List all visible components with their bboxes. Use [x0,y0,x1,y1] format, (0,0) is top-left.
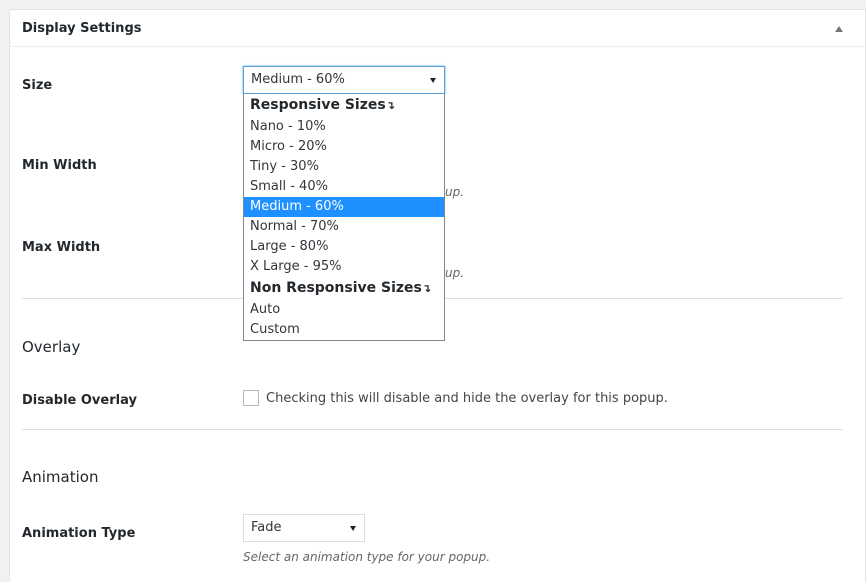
curl-arrow-icon: ↴ [385,99,395,112]
size-option[interactable]: Micro - 20% [244,137,444,157]
animation-type-hint: Select an animation type for your popup. [243,550,491,564]
option-group-label: Non Responsive Sizes [250,280,422,296]
disable-overlay-text[interactable]: Checking this will disable and hide the … [266,391,668,406]
animation-type-value: Fade [251,520,282,535]
overlay-section-title: Overlay [22,338,81,356]
size-select-value: Medium - 60% [251,72,345,87]
size-option[interactable]: Tiny - 30% [244,157,444,177]
divider [22,429,843,430]
option-group-non-responsive: Non Responsive Sizes↴ [244,278,444,298]
size-option[interactable]: Custom [244,320,444,340]
max-width-label: Max Width [22,240,101,255]
min-width-hint: up. [445,185,465,199]
chevron-down-icon [350,526,356,531]
disable-overlay-checkbox[interactable] [243,390,259,406]
max-width-hint: up. [445,266,465,280]
size-dropdown-list[interactable]: Responsive Sizes↴ Nano - 10% Micro - 20%… [243,94,445,341]
min-width-label: Min Width [22,158,97,173]
size-option[interactable]: Nano - 10% [244,117,444,137]
disable-overlay-label: Disable Overlay [22,393,137,408]
size-select[interactable]: Medium - 60% [243,66,445,94]
panel-header[interactable]: Display Settings [10,10,865,47]
option-group-label: Responsive Sizes [250,97,386,113]
chevron-down-icon [430,78,436,83]
display-settings-panel: Display Settings Size Min Width up. Max … [9,9,866,582]
size-option[interactable]: Normal - 70% [244,217,444,237]
animation-section-title: Animation [22,468,99,486]
panel-title: Display Settings [22,21,142,36]
curl-arrow-icon: ↴ [421,282,432,295]
size-option[interactable]: Auto [244,300,444,320]
size-option[interactable]: Small - 40% [244,177,444,197]
option-group-responsive: Responsive Sizes↴ [244,95,444,115]
animation-type-select[interactable]: Fade [243,514,365,542]
size-label: Size [22,78,53,93]
animation-type-label: Animation Type [22,526,136,541]
size-option[interactable]: Large - 80% [244,237,444,257]
collapse-arrow-icon[interactable] [835,26,843,32]
size-option[interactable]: X Large - 95% [244,257,444,277]
size-option-selected[interactable]: Medium - 60% [244,197,444,217]
